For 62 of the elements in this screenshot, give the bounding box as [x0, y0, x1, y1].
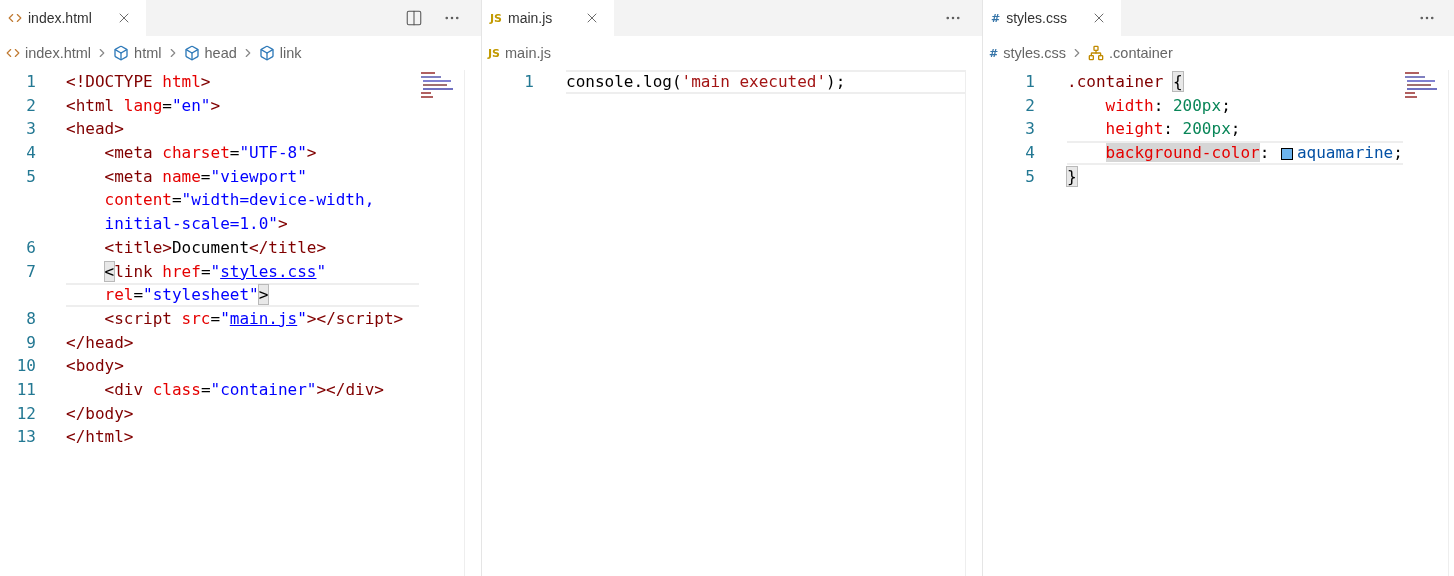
- file-type-icon: #: [989, 46, 999, 60]
- code-line: console.log('main executed');: [566, 70, 965, 94]
- code-line: <meta name="viewport": [103, 165, 308, 188]
- line-number: 10: [15, 355, 36, 378]
- color-swatch[interactable]: [1280, 147, 1293, 160]
- editor-tab[interactable]: index.html: [0, 0, 146, 36]
- line-number: 1: [1024, 71, 1035, 93]
- file-type-icon: JS: [488, 46, 500, 60]
- code-line: <meta charset="UTF-8">: [103, 142, 318, 165]
- breadcrumb-item[interactable]: .container: [1088, 45, 1173, 61]
- editor-tab[interactable]: # styles.css: [983, 0, 1121, 36]
- code-line: width: 200px;: [1104, 94, 1232, 117]
- breadcrumb-item[interactable]: # styles.css: [989, 45, 1067, 61]
- line-number: 6: [25, 236, 36, 259]
- line-number: 12: [15, 402, 36, 425]
- code-icon: [6, 46, 20, 60]
- breadcrumb-item[interactable]: index.html: [6, 45, 92, 61]
- selector-icon: [1088, 45, 1105, 61]
- split-editor-icon[interactable]: [405, 9, 423, 27]
- code-line: <!DOCTYPE html>: [66, 71, 212, 93]
- code-line: <link href="styles.css": [103, 260, 328, 283]
- cube-icon: [113, 45, 130, 61]
- line-number: 4: [1024, 142, 1035, 165]
- breadcrumb-item[interactable]: link: [258, 45, 302, 61]
- code-line: initial-scale=1.0">: [103, 213, 289, 236]
- code-line: background-color: aquamarine;: [1067, 141, 1403, 165]
- cube-icon: [258, 45, 275, 61]
- breadcrumb-item[interactable]: JS main.js: [488, 45, 551, 61]
- code-line: rel="stylesheet">: [66, 283, 419, 307]
- code-line: </head>: [66, 331, 135, 354]
- line-number: 13: [15, 426, 36, 449]
- line-number: 1: [25, 71, 36, 93]
- code-line: <script src="main.js"></script>: [103, 307, 405, 330]
- code-line: .container {: [1067, 71, 1184, 93]
- line-number: 5: [1024, 165, 1035, 188]
- code-line: <body>: [66, 355, 125, 378]
- line-number: 7: [25, 260, 36, 283]
- line-number: 3: [25, 118, 36, 141]
- line-number: 9: [25, 331, 36, 354]
- line-number: 2: [25, 94, 36, 117]
- code-line: </html>: [66, 426, 135, 449]
- breadcrumb-item[interactable]: html: [113, 45, 162, 61]
- file-type-icon: JS: [490, 11, 502, 25]
- line-number: 4: [25, 142, 36, 165]
- breadcrumb-item[interactable]: head: [183, 45, 237, 61]
- editor-tab[interactable]: JS main.js: [482, 0, 614, 36]
- line-number: 1: [523, 71, 534, 93]
- code-line: <title>Document</title>: [103, 236, 328, 259]
- code-line: <head>: [66, 118, 125, 141]
- cube-icon: [183, 45, 200, 61]
- file-type-icon: #: [991, 11, 1001, 25]
- line-number: 2: [1024, 94, 1035, 117]
- code-line: height: 200px;: [1104, 118, 1242, 141]
- code-line: <div class="container"></div>: [103, 378, 385, 401]
- line-number: 3: [1024, 118, 1035, 141]
- code-line: </body>: [66, 402, 135, 425]
- code-icon: [8, 11, 22, 25]
- code-line: content="width=device-width,: [103, 189, 376, 212]
- line-number: 5: [25, 165, 36, 188]
- line-number: 8: [25, 307, 36, 330]
- line-number: 11: [15, 378, 36, 401]
- code-line: <html lang="en">: [66, 94, 222, 117]
